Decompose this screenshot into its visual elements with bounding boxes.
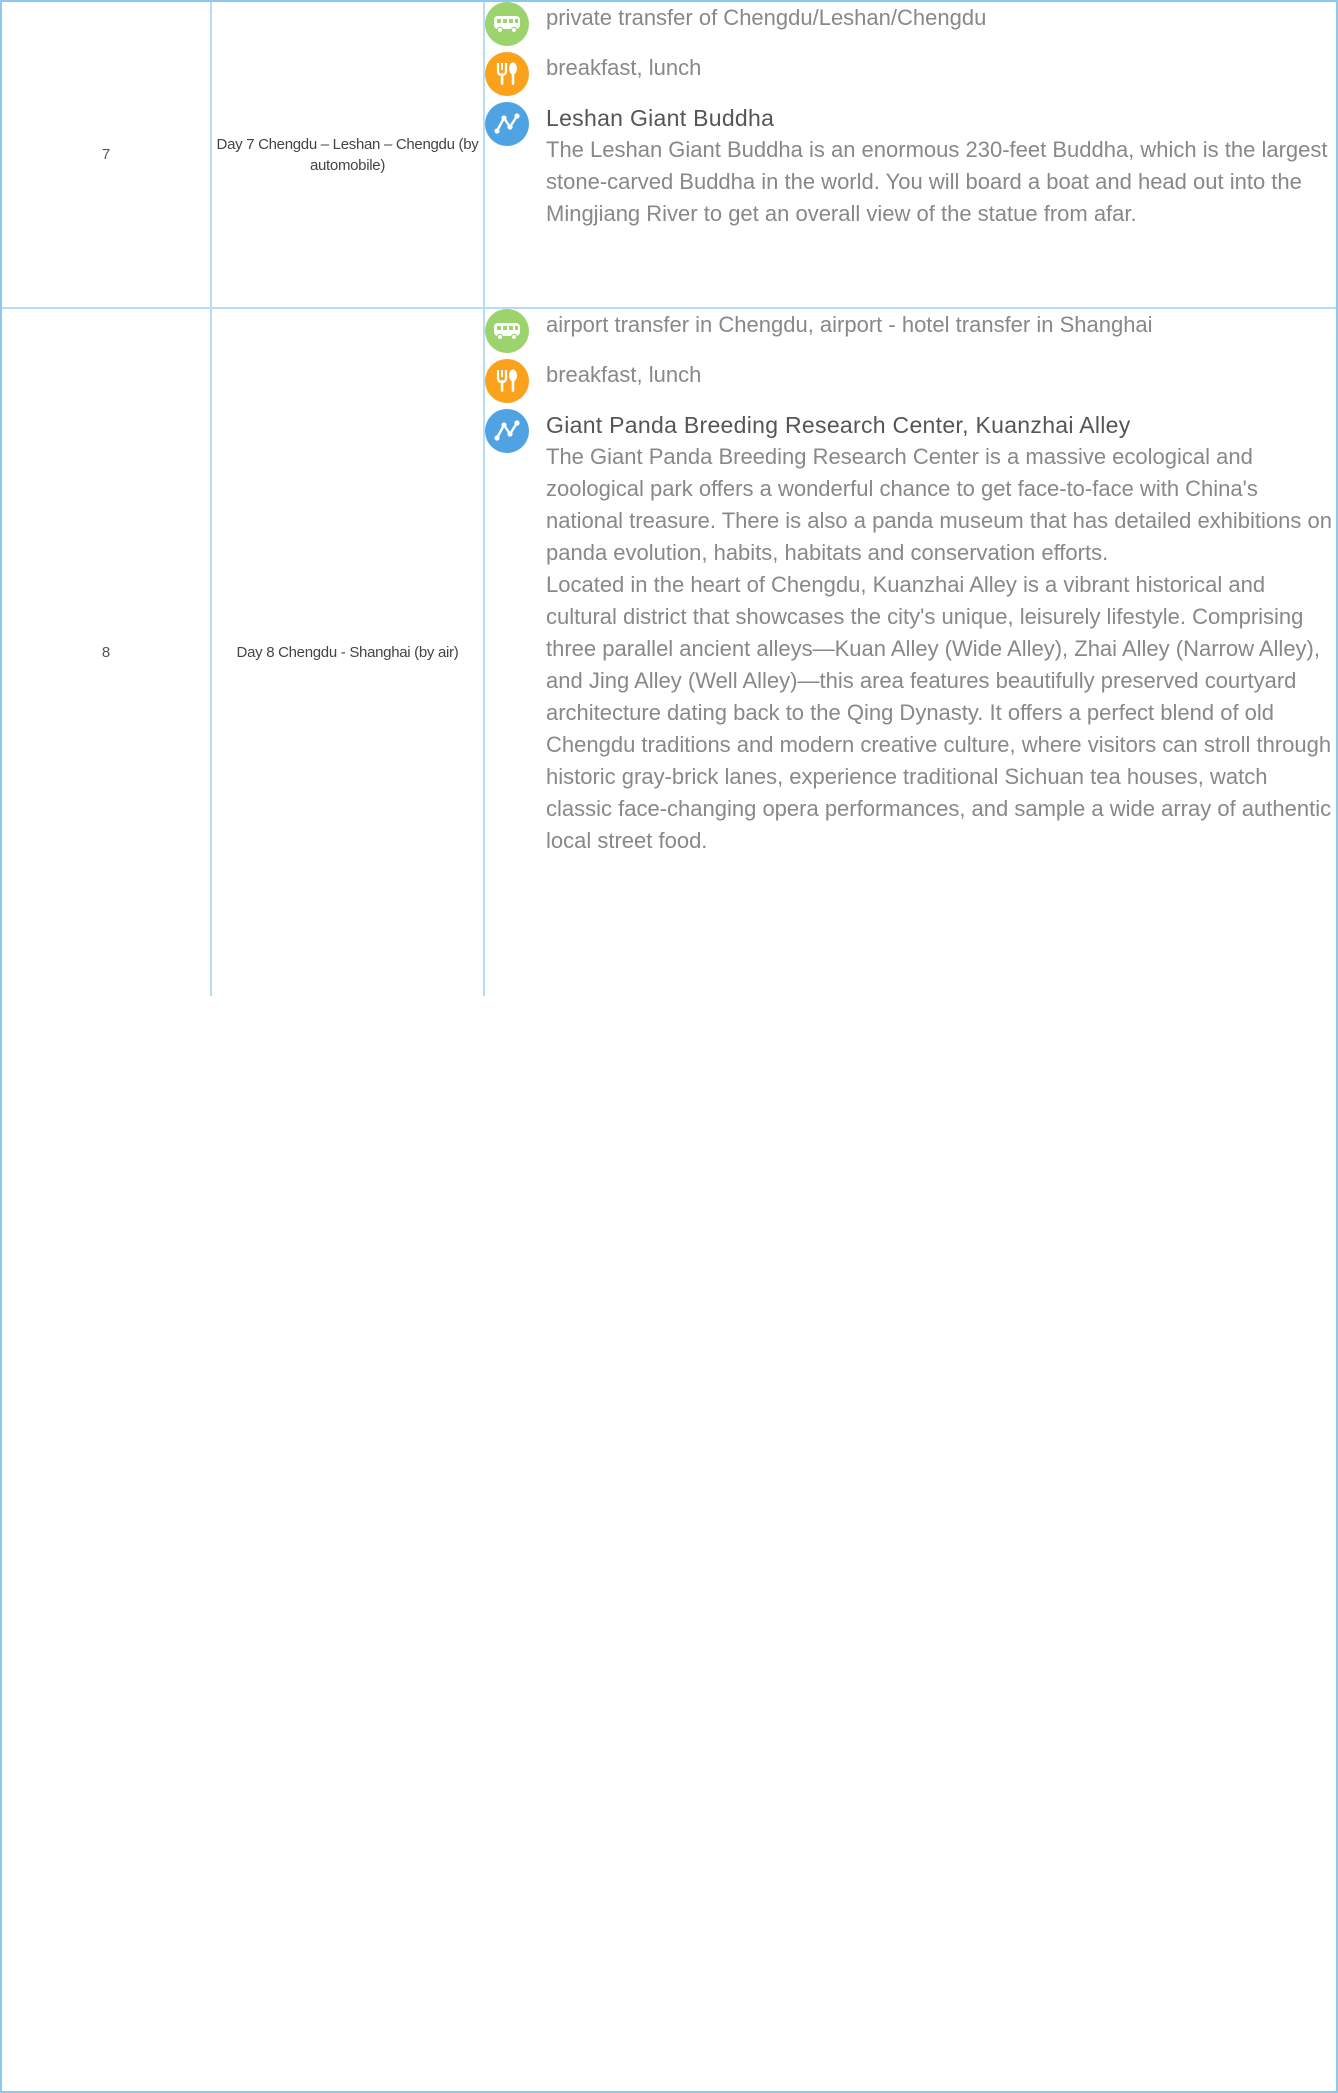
day-number: 7 bbox=[2, 2, 212, 309]
fork-spoon-icon bbox=[485, 52, 529, 96]
transport-item: private transfer of Chengdu/Leshan/Cheng… bbox=[485, 2, 1336, 46]
itinerary-row: 8 Day 8 Chengdu - Shanghai (by air) airp… bbox=[2, 308, 1336, 996]
attraction-title: Giant Panda Breeding Research Center, Ku… bbox=[546, 412, 1131, 438]
attraction-title: Leshan Giant Buddha bbox=[546, 105, 775, 131]
transport-text: airport transfer in Chengdu, airport - h… bbox=[546, 312, 1153, 337]
attraction-body: Leshan Giant Buddha The Leshan Giant Bud… bbox=[546, 102, 1336, 230]
attraction-description: The Leshan Giant Buddha is an enormous 2… bbox=[546, 137, 1328, 226]
attraction-item: Giant Panda Breeding Research Center, Ku… bbox=[485, 409, 1336, 857]
transport-item: airport transfer in Chengdu, airport - h… bbox=[485, 309, 1336, 353]
attraction-description: The Giant Panda Breeding Research Center… bbox=[546, 444, 1332, 565]
meals-text: breakfast, lunch bbox=[546, 55, 702, 80]
fork-spoon-icon bbox=[485, 359, 529, 403]
meals-text: breakfast, lunch bbox=[546, 362, 702, 387]
day-details: private transfer of Chengdu/Leshan/Cheng… bbox=[483, 2, 1336, 309]
day-number: 8 bbox=[2, 308, 212, 996]
meals-item: breakfast, lunch bbox=[485, 52, 1336, 96]
itinerary-row: 7 Day 7 Chengdu – Leshan – Chengdu (by a… bbox=[2, 2, 1336, 309]
attraction-description: Located in the heart of Chengdu, Kuanzha… bbox=[546, 572, 1332, 853]
transport-text: private transfer of Chengdu/Leshan/Cheng… bbox=[546, 5, 987, 30]
route-icon bbox=[485, 102, 529, 146]
day-details: airport transfer in Chengdu, airport - h… bbox=[483, 308, 1336, 996]
bus-icon bbox=[485, 309, 529, 353]
itinerary-table: 7 Day 7 Chengdu – Leshan – Chengdu (by a… bbox=[2, 2, 1336, 996]
bus-icon bbox=[485, 2, 529, 46]
day-title: Day 7 Chengdu – Leshan – Chengdu (by aut… bbox=[210, 2, 485, 309]
day-title: Day 8 Chengdu - Shanghai (by air) bbox=[210, 308, 485, 996]
route-icon bbox=[485, 409, 529, 453]
meals-item: breakfast, lunch bbox=[485, 359, 1336, 403]
attraction-item: Leshan Giant Buddha The Leshan Giant Bud… bbox=[485, 102, 1336, 230]
attraction-body: Giant Panda Breeding Research Center, Ku… bbox=[546, 409, 1336, 857]
